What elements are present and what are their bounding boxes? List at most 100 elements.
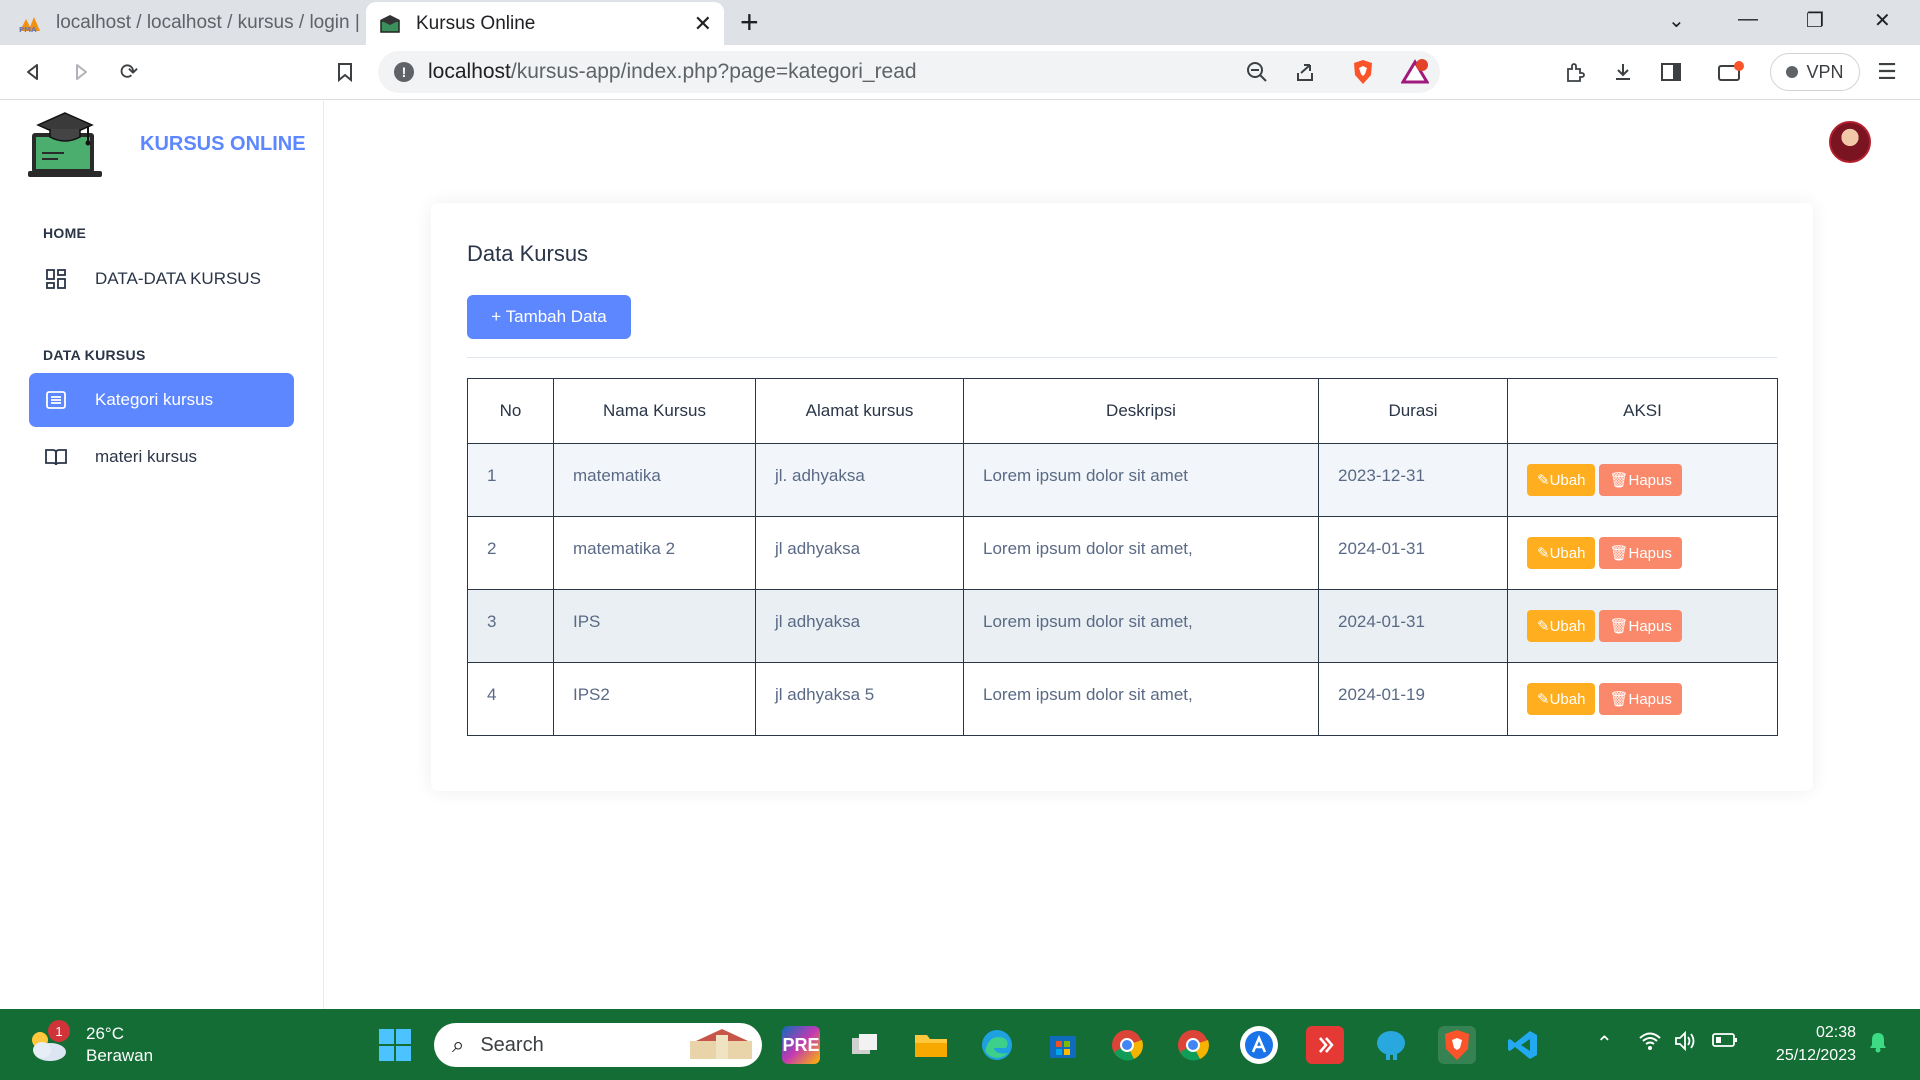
cloud-icon: 1 bbox=[26, 1020, 70, 1062]
cell-nama: IPS bbox=[553, 589, 756, 663]
graduation-cap-icon bbox=[378, 12, 402, 36]
edit-icon: ✎ bbox=[1537, 545, 1550, 562]
edit-button[interactable]: ✎ Ubah bbox=[1527, 464, 1596, 496]
chevron-down-icon[interactable]: ⌄ bbox=[1668, 8, 1685, 33]
forward-button[interactable] bbox=[66, 57, 96, 87]
taskbar: 1 26°C Berawan ⌕ Search PRE ⌃ 02:38 25/1… bbox=[0, 1009, 1920, 1080]
brave-rewards-icon[interactable] bbox=[1400, 57, 1430, 87]
cell-alamat: jl adhyaksa 5 bbox=[755, 662, 964, 736]
nav-section-data: DATA KURSUS bbox=[43, 347, 146, 363]
sidebar-item-label: DATA-DATA KURSUS bbox=[95, 269, 261, 288]
back-button[interactable] bbox=[18, 57, 48, 87]
dashboard-icon bbox=[43, 266, 69, 292]
close-icon[interactable]: ✕ bbox=[694, 11, 712, 37]
edit-icon: ✎ bbox=[1537, 618, 1550, 635]
zoom-out-icon[interactable] bbox=[1242, 57, 1272, 87]
notification-bell-icon[interactable] bbox=[1868, 1031, 1888, 1059]
edit-button[interactable]: ✎ Ubah bbox=[1527, 610, 1596, 642]
search-highlight-icon bbox=[690, 1029, 752, 1059]
column-header: No bbox=[467, 378, 554, 444]
column-header: Alamat kursus bbox=[755, 378, 964, 444]
brand[interactable] bbox=[28, 107, 102, 181]
site-info-icon[interactable]: ! bbox=[394, 62, 414, 82]
chrome-profile-icon[interactable] bbox=[1174, 1026, 1212, 1064]
vscode-icon[interactable] bbox=[1504, 1026, 1542, 1064]
taskbar-search[interactable]: ⌕ Search bbox=[434, 1023, 762, 1067]
edge-icon[interactable] bbox=[978, 1026, 1016, 1064]
close-window-button[interactable]: ✕ bbox=[1874, 8, 1891, 33]
cell-deskripsi: Lorem ipsum dolor sit amet, bbox=[963, 589, 1319, 663]
microsoft-store-icon[interactable] bbox=[1044, 1026, 1082, 1064]
table-row: 1 matematika jl. adhyaksa Lorem ipsum do… bbox=[467, 443, 1778, 517]
file-explorer-icon[interactable] bbox=[912, 1026, 950, 1064]
battery-icon[interactable] bbox=[1712, 1031, 1738, 1055]
wifi-icon[interactable] bbox=[1638, 1031, 1662, 1057]
cell-no: 3 bbox=[467, 589, 554, 663]
cell-deskripsi: Lorem ipsum dolor sit amet, bbox=[963, 516, 1319, 590]
tab-title: Kursus Online bbox=[416, 12, 536, 34]
browser-toolbar: ⟳ ! localhost/kursus-app/index.php?page=… bbox=[0, 45, 1920, 100]
volume-icon[interactable] bbox=[1674, 1030, 1698, 1057]
brave-icon[interactable] bbox=[1438, 1026, 1476, 1064]
extensions-icon[interactable] bbox=[1560, 57, 1590, 87]
sidebar-item-data-kursus[interactable]: DATA-DATA KURSUS bbox=[29, 252, 294, 306]
minimize-button[interactable]: — bbox=[1738, 8, 1758, 31]
add-data-button[interactable]: + Tambah Data bbox=[467, 295, 631, 339]
tab-title: localhost / localhost / kursus / login |… bbox=[56, 11, 364, 33]
edit-button[interactable]: ✎ Ubah bbox=[1527, 683, 1596, 715]
wallet-icon[interactable] bbox=[1716, 57, 1746, 87]
trash-icon: 🗑 bbox=[1609, 618, 1629, 635]
url-text: localhost/kursus-app/index.php?page=kate… bbox=[428, 60, 917, 83]
delete-button[interactable]: 🗑 Hapus bbox=[1599, 610, 1682, 642]
tab-kursus-online[interactable]: Kursus Online ✕ bbox=[366, 2, 724, 45]
weather-condition: Berawan bbox=[86, 1046, 154, 1065]
reload-button[interactable]: ⟳ bbox=[114, 57, 144, 87]
copilot-icon[interactable]: PRE bbox=[782, 1026, 820, 1064]
tab-phpmyadmin[interactable]: PMA localhost / localhost / kursus / log… bbox=[0, 0, 364, 45]
browser-tab-bar: PMA localhost / localhost / kursus / log… bbox=[0, 0, 1920, 45]
column-header: Nama Kursus bbox=[553, 378, 756, 444]
restore-button[interactable]: ❐ bbox=[1806, 8, 1824, 33]
edit-button[interactable]: ✎ Ubah bbox=[1527, 537, 1596, 569]
column-header: Deskripsi bbox=[963, 378, 1319, 444]
edit-icon: ✎ bbox=[1537, 691, 1550, 708]
phpmyadmin-icon: PMA bbox=[18, 11, 42, 35]
clock-date: 25/12/2023 bbox=[1775, 1047, 1856, 1064]
download-icon[interactable] bbox=[1608, 57, 1638, 87]
delete-button[interactable]: 🗑 Hapus bbox=[1599, 683, 1682, 715]
sidebar-item-kategori[interactable]: Kategori kursus bbox=[29, 373, 294, 427]
clock[interactable]: 02:38 25/12/2023 bbox=[1752, 1021, 1856, 1067]
elephant-app-icon[interactable] bbox=[1372, 1026, 1410, 1064]
sidebar-toggle-icon[interactable] bbox=[1656, 57, 1686, 87]
anydesk-icon[interactable] bbox=[1306, 1026, 1344, 1064]
address-bar[interactable]: ! localhost/kursus-app/index.php?page=ka… bbox=[378, 51, 1440, 93]
cell-aksi: ✎ Ubah 🗑 Hapus bbox=[1507, 662, 1778, 736]
brave-shield-icon[interactable] bbox=[1348, 57, 1378, 87]
bookmark-icon[interactable] bbox=[330, 57, 360, 87]
windows-start-icon[interactable] bbox=[376, 1026, 414, 1064]
cell-aksi: ✎ Ubah 🗑 Hapus bbox=[1507, 589, 1778, 663]
weather-widget[interactable]: 1 26°C Berawan bbox=[26, 1020, 154, 1067]
cell-durasi: 2024-01-31 bbox=[1318, 589, 1508, 663]
new-tab-button[interactable]: + bbox=[740, 4, 759, 41]
delete-button[interactable]: 🗑 Hapus bbox=[1599, 464, 1682, 496]
menu-icon[interactable]: ☰ bbox=[1872, 57, 1902, 87]
task-view-icon[interactable] bbox=[846, 1026, 884, 1064]
cell-deskripsi: Lorem ipsum dolor sit amet, bbox=[963, 662, 1319, 736]
delete-button[interactable]: 🗑 Hapus bbox=[1599, 537, 1682, 569]
avatar[interactable] bbox=[1829, 121, 1871, 163]
app-store-icon[interactable] bbox=[1240, 1026, 1278, 1064]
cell-alamat: jl adhyaksa bbox=[755, 516, 964, 590]
share-icon[interactable] bbox=[1290, 57, 1320, 87]
sidebar-item-materi[interactable]: materi kursus bbox=[29, 430, 294, 484]
list-icon bbox=[43, 387, 69, 413]
cell-durasi: 2024-01-19 bbox=[1318, 662, 1508, 736]
cell-durasi: 2024-01-31 bbox=[1318, 516, 1508, 590]
trash-icon: 🗑 bbox=[1609, 691, 1629, 708]
vpn-button[interactable]: VPN bbox=[1770, 53, 1860, 91]
search-placeholder: Search bbox=[480, 1033, 544, 1056]
chrome-icon[interactable] bbox=[1108, 1026, 1146, 1064]
cell-no: 4 bbox=[467, 662, 554, 736]
column-header: AKSI bbox=[1507, 378, 1778, 444]
chevron-up-icon[interactable]: ⌃ bbox=[1596, 1031, 1613, 1056]
